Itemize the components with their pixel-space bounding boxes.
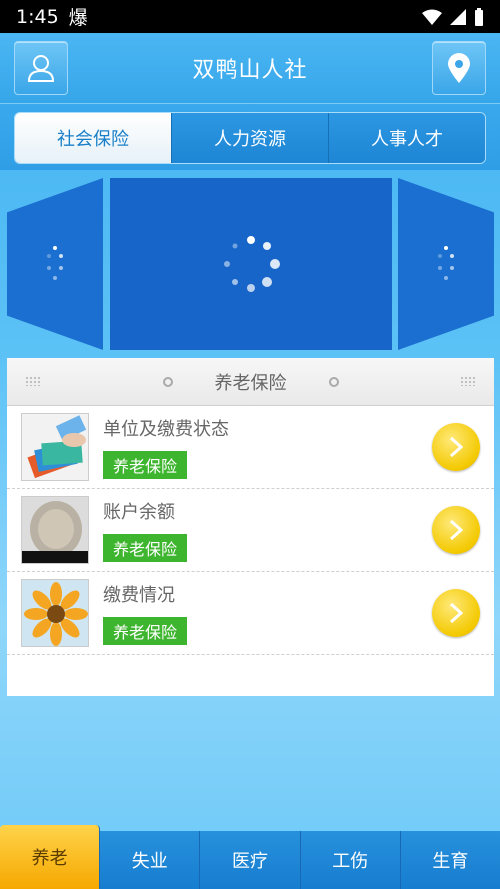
status-badge: 养老保险 — [103, 451, 188, 479]
list-item-account-balance[interactable]: 账户余额 养老保险 — [7, 489, 494, 572]
app-header: 双鸭山人社 — [0, 33, 500, 103]
tab-bar-container: 社会保险 人力资源 人事人才 — [0, 103, 500, 170]
status-notification: 爆 — [68, 7, 88, 29]
loading-spinner-icon — [224, 236, 280, 292]
wifi-icon — [422, 9, 442, 25]
chevron-right-icon — [449, 436, 464, 458]
location-pin-icon — [448, 53, 470, 83]
pension-card: 养老保险 单位及缴费状态 养老保险 账户余额 养老保险 缴费情况 养老保险 — [7, 358, 494, 696]
coin-thumbnail — [21, 496, 89, 564]
status-bar: 1:45 爆 — [0, 0, 500, 33]
ring-decoration — [162, 376, 173, 387]
loading-spinner-icon — [47, 246, 63, 280]
carousel-slide-left[interactable] — [7, 178, 103, 350]
chevron-right-icon — [449, 519, 464, 541]
chevron-right-icon — [449, 602, 464, 624]
nav-pension[interactable]: 养老 — [0, 825, 101, 889]
tab-social-insurance[interactable]: 社会保险 — [15, 113, 172, 163]
list-item-payment-status[interactable]: 缴费情况 养老保险 — [7, 572, 494, 655]
ring-decoration — [328, 376, 339, 387]
list-item-unit-status[interactable]: 单位及缴费状态 养老保险 — [7, 406, 494, 489]
carousel-slide-right[interactable] — [398, 178, 494, 350]
status-badge: 养老保险 — [103, 534, 188, 562]
go-button[interactable] — [432, 589, 480, 637]
bottom-nav: 养老 失业 医疗 工伤 生育 — [0, 825, 500, 889]
tab-human-resources[interactable]: 人力资源 — [172, 113, 329, 163]
card-zigzag-edge — [7, 690, 494, 698]
user-button[interactable] — [14, 41, 68, 95]
item-name: 缴费情况 — [103, 585, 175, 606]
carousel-banner[interactable] — [0, 178, 500, 363]
location-button[interactable] — [432, 41, 486, 95]
carousel-slide-center[interactable] — [110, 178, 392, 350]
section-header: 养老保险 — [7, 358, 494, 406]
signal-icon — [450, 8, 466, 25]
battery-icon — [475, 7, 483, 26]
nav-work-injury[interactable]: 工伤 — [301, 831, 401, 889]
user-icon — [27, 55, 55, 82]
dot-grid-decoration — [25, 376, 41, 386]
tab-personnel-talent[interactable]: 人事人才 — [329, 113, 485, 163]
status-time: 1:45 — [16, 5, 59, 28]
cards-thumbnail — [21, 413, 89, 481]
nav-medical[interactable]: 医疗 — [200, 831, 301, 889]
loading-spinner-icon — [438, 246, 454, 280]
tab-bar: 社会保险 人力资源 人事人才 — [14, 112, 486, 164]
dot-grid-decoration — [460, 376, 476, 386]
nav-maternity[interactable]: 生育 — [401, 831, 500, 889]
go-button[interactable] — [432, 506, 480, 554]
item-name: 单位及缴费状态 — [103, 419, 229, 440]
section-title: 养老保险 — [214, 372, 287, 394]
status-badge: 养老保险 — [103, 617, 188, 645]
go-button[interactable] — [432, 423, 480, 471]
flower-thumbnail — [21, 579, 89, 647]
page-title: 双鸭山人社 — [192, 58, 308, 83]
item-name: 账户余额 — [103, 502, 175, 523]
nav-unemployment[interactable]: 失业 — [100, 831, 201, 889]
